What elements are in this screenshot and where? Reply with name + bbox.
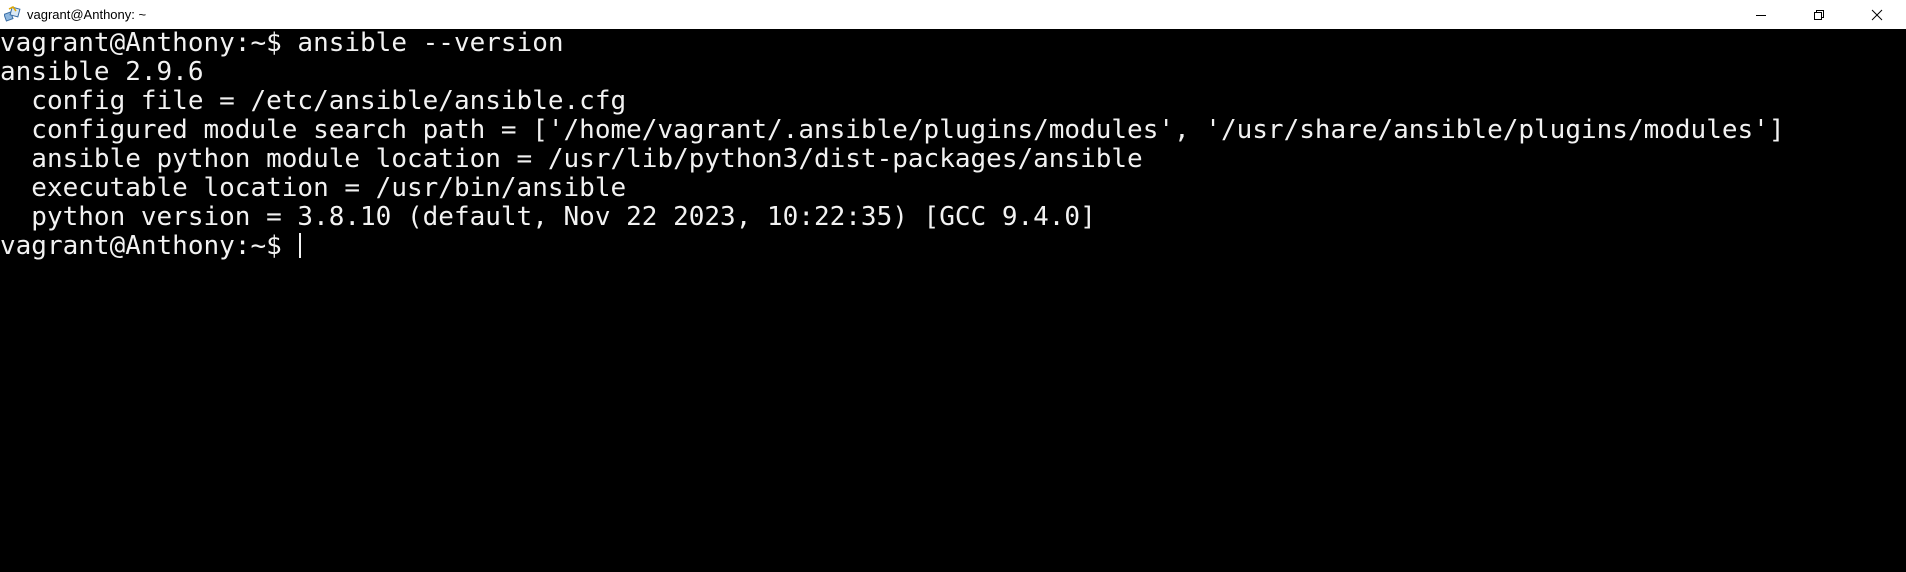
terminal-output[interactable]: vagrant@Anthony:~$ ansible --version ans… [0,29,1906,572]
window-controls [1732,0,1906,29]
terminal-line-python-module-location: ansible python module location = /usr/li… [0,144,1143,174]
restore-icon [1814,9,1824,20]
terminal-line-executable-location: executable location = /usr/bin/ansible [0,173,627,203]
terminal-prompt: vagrant@Anthony:~$ [0,231,298,261]
minimize-icon [1756,14,1766,16]
terminal-window: vagrant@Anthony: ~ vagrant@Anthony:~$ an… [0,0,1906,572]
window-title: vagrant@Anthony: ~ [27,7,147,22]
close-button[interactable] [1848,0,1906,29]
putty-app-icon[interactable] [3,5,23,25]
title-bar[interactable]: vagrant@Anthony: ~ [0,0,1906,29]
terminal-line-python-version: python version = 3.8.10 (default, Nov 22… [0,202,1096,232]
terminal-line-version: ansible 2.9.6 [0,57,204,87]
terminal-prompt-line[interactable]: vagrant@Anthony:~$ [0,232,1906,261]
text-cursor [299,233,302,258]
terminal-line-module-search-path: configured module search path = ['/home/… [0,115,1785,145]
terminal-scrollbar[interactable] [1889,29,1906,572]
terminal-line-command: vagrant@Anthony:~$ ansible --version [0,29,564,58]
minimize-button[interactable] [1732,0,1790,29]
terminal-line-config-file: config file = /etc/ansible/ansible.cfg [0,86,627,116]
close-icon [1871,9,1883,20]
restore-button[interactable] [1790,0,1848,29]
